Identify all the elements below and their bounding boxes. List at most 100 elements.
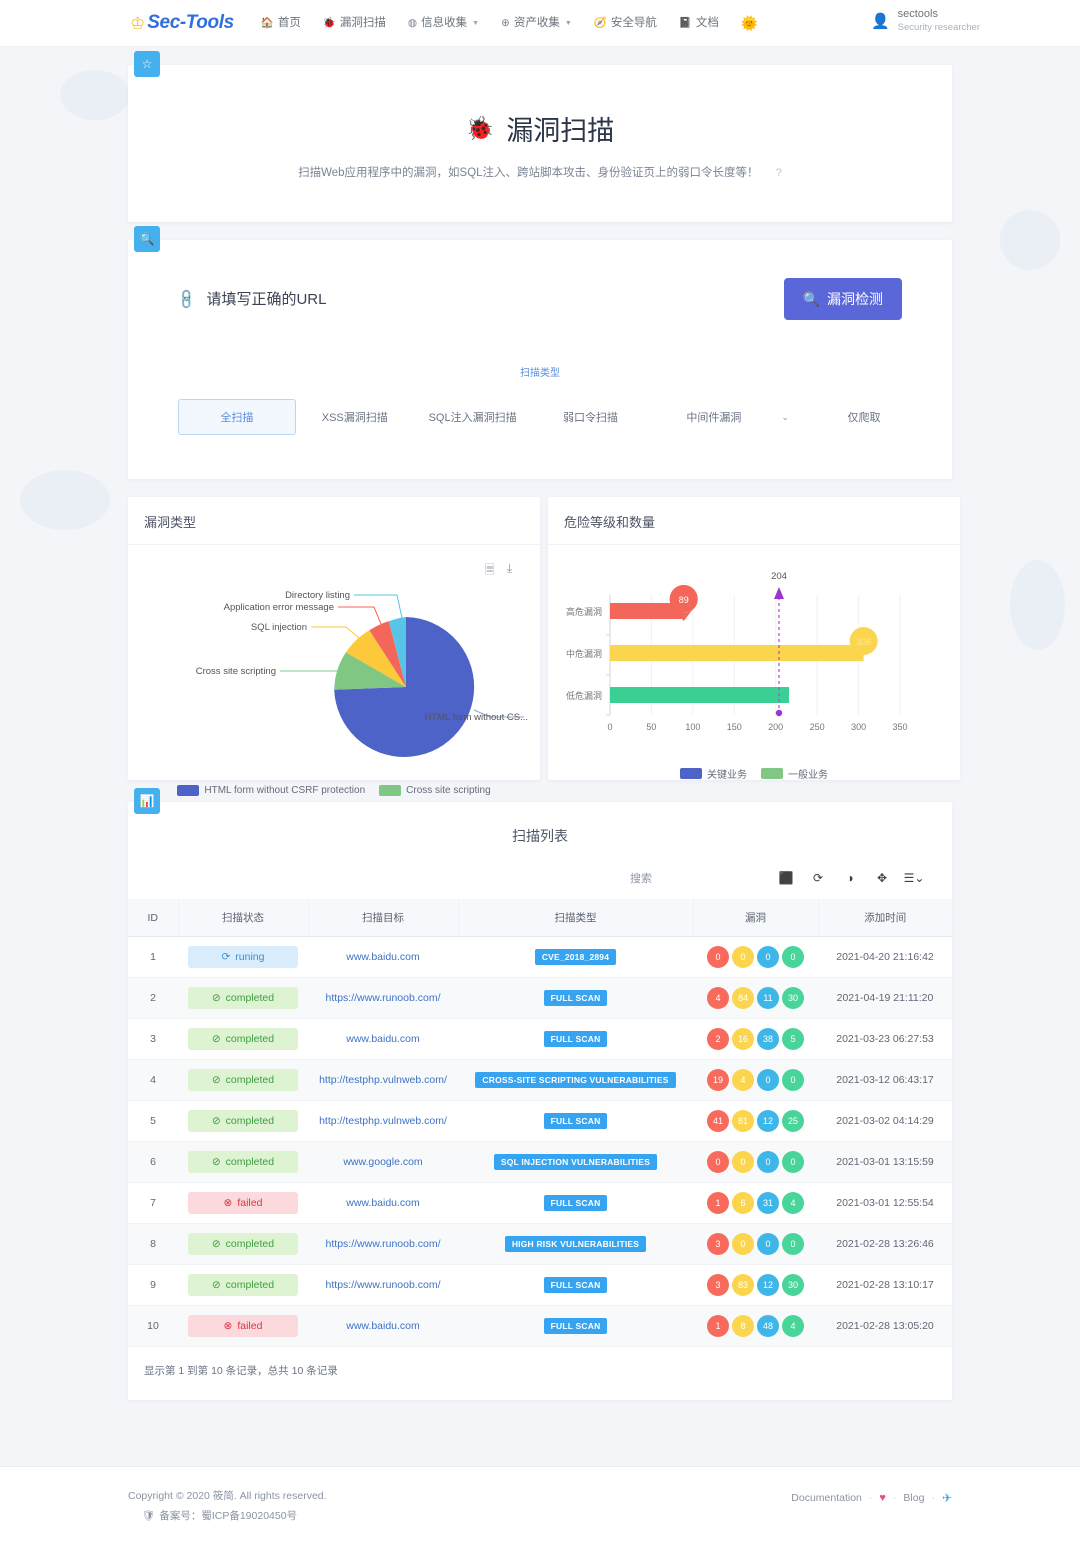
legend-item[interactable]: Cross site scripting [379,785,491,796]
nav-item-docs[interactable]: 📓 文档 [668,0,730,47]
scan-target-link[interactable]: http://testphp.vulnweb.com/ [319,1115,447,1127]
download-icon[interactable]: ⤓ [507,561,512,582]
star-icon[interactable]: ☆ [134,51,160,77]
table-row[interactable]: 4 ⊘ completed http://testphp.vulnweb.com/CR… [128,1059,952,1101]
search-icon[interactable]: 🔍 [134,226,160,252]
footer-icp[interactable]: 🛡 备案号：蜀ICP备19020450号 [128,1507,327,1527]
bar-xtick: 0 [607,722,612,732]
table-row[interactable]: 5 ⊘ completed http://testphp.vulnweb.com/FU… [128,1100,952,1142]
scan-target-link[interactable]: www.google.com [343,1156,422,1168]
scan-type-sqli[interactable]: SQL注入漏洞扫描 [414,399,532,435]
scan-target-link[interactable]: www.baidu.com [346,1197,420,1209]
col-vulns[interactable]: 漏洞 [693,899,819,937]
table-row[interactable]: 9 ⊘ completed https://www.runoob.com/FULL S… [128,1264,952,1306]
col-type[interactable]: 扫描类型 [458,899,694,937]
cell-type: FULL SCAN [458,1018,693,1060]
legend-item[interactable]: 关键业务 [680,766,747,781]
bar-marker-medium: 306 [849,627,878,655]
scan-list-card: 📊 扫描列表 搜索 ⬛ ⟳ ◑ ✥ ☰⌄ ID 扫描状态 扫描目标 扫描类型 漏… [128,788,952,1400]
scan-type-xss[interactable]: XSS漏洞扫描 [296,399,414,435]
nav-item-vuln-scan[interactable]: 🐞 漏洞扫描 [312,0,397,47]
bar-low-risk[interactable] [610,687,789,703]
vuln-count-badge: 25 [782,1110,804,1132]
cell-vulns: 1 6 31 4 [693,1182,818,1224]
nav-item-asset-gathering[interactable]: ⊕ 资产收集 ▼ [490,0,583,47]
cell-time: 2021-02-28 13:10:17 [818,1264,952,1306]
legend-label: 一般业务 [788,770,828,781]
url-input[interactable] [206,290,627,308]
cell-status: ⊗ failed [178,1182,308,1224]
home-icon: 🏠 [260,16,274,29]
chevron-down-icon: ▼ [472,19,480,27]
vuln-count-badge: 2 [707,1028,729,1050]
table-row[interactable]: 2 ⊘ completed https://www.runoob.com/FULL S… [128,977,952,1019]
url-form-row: 🔗 🔍 漏洞检测 [175,278,902,320]
legend-item[interactable]: 一般业务 [761,766,828,781]
vuln-count-badge: 0 [782,1069,804,1091]
nav-item-home[interactable]: 🏠 首页 [250,0,312,47]
table-header: ID 扫描状态 扫描目标 扫描类型 漏洞 添加时间 [128,899,952,937]
bar-medium-risk[interactable] [610,645,864,661]
footer-link-documentation[interactable]: Documentation [791,1492,862,1504]
cell-id: 8 [128,1223,178,1265]
user-profile[interactable]: 👤 sectools Security researcher [871,8,980,34]
table-row[interactable]: 1 ⟳ runing www.baidu.com CVE_2018_2894 0 0 0 0 20… [128,936,952,978]
legend-label: 关键业务 [707,770,747,781]
cell-id: 2 [128,977,178,1019]
legend-item[interactable]: HTML form without CSRF protection [177,785,365,796]
nav-item-security-nav[interactable]: 🧭 安全导航 [583,0,668,47]
table-row[interactable]: 10 ⊗ failed www.baidu.com FULL SCAN 1 8 48 4 2021… [128,1305,952,1347]
footer-separator: · [931,1492,935,1504]
user-avatar-icon: 👤 [870,12,890,30]
document-icon[interactable]: 🗏 [485,561,495,582]
refresh-icon[interactable]: ⟳ [802,866,834,889]
scan-target-link[interactable]: www.baidu.com [346,951,420,963]
scan-target-link[interactable]: https://www.runoob.com/ [326,992,441,1004]
search-input[interactable]: 搜索 [630,870,652,886]
chart-icon[interactable]: 📊 [134,788,160,814]
table-row[interactable]: 8 ⊘ completed https://www.runoob.com/HIGH R… [128,1223,952,1265]
toggle-icon[interactable]: ◑ [834,866,866,889]
fullscreen-icon[interactable]: ✥ [866,866,898,889]
vuln-counts: 41 81 12 25 [697,1110,814,1132]
scan-type-badge: FULL SCAN [543,990,608,1006]
columns-icon[interactable]: ☰⌄ [898,866,930,889]
scan-type-weak-password[interactable]: 弱口令扫描 [532,399,650,435]
status-badge: ⊘ completed [188,1069,298,1091]
brand-logo[interactable]: ♔ Sec-Tools [130,12,234,34]
scan-target-link[interactable]: https://www.runoob.com/ [326,1279,441,1291]
heart-icon[interactable]: ♥ [879,1492,886,1504]
search-icon: 🔍 [802,290,820,307]
col-id[interactable]: ID [128,899,179,937]
footer-link-blog[interactable]: Blog [903,1492,924,1504]
col-target[interactable]: 扫描目标 [308,899,459,937]
vuln-counts: 0000 [697,946,814,968]
scan-list-table: ID 扫描状态 扫描目标 扫描类型 漏洞 添加时间 1 ⟳ runing www.ba… [128,899,952,1347]
theme-toggle-button[interactable]: 🌞 [730,0,769,47]
cell-vulns: 1 8 48 4 [693,1305,818,1347]
user-name: sectools [897,8,938,20]
scan-type-full[interactable]: 全扫描 [178,399,296,435]
telegram-icon[interactable]: ✈ [942,1491,952,1505]
col-time[interactable]: 添加时间 [818,899,952,937]
scan-submit-button[interactable]: 🔍 漏洞检测 [783,278,902,320]
scan-type-crawl-only[interactable]: 仅爬取 [826,409,902,425]
scan-type-select[interactable]: 中间件漏洞 ⌄ [649,409,826,425]
scan-target-link[interactable]: www.baidu.com [346,1033,420,1045]
export-icon[interactable]: ⬛ [770,866,802,889]
table-row[interactable]: 3 ⊘ completed www.baidu.com FULL SCAN 2 16 38 5 2… [128,1018,952,1060]
scan-type-badge: CVE_2018_2894 [534,949,617,965]
scan-target-link[interactable]: http://testphp.vulnweb.com/ [319,1074,447,1086]
vuln-count-badge: 48 [757,1315,779,1337]
col-status[interactable]: 扫描状态 [178,899,309,937]
table-row[interactable]: 6 ⊘ completed www.google.com SQL INJECTION V… [128,1141,952,1183]
cell-time: 2021-03-02 04:14:29 [818,1100,952,1142]
risk-level-chart-card: 危险等级和数量 89 306 204 高危漏洞 中危漏洞 低危漏洞 0 50 1… [548,497,960,781]
cell-type: CVE_2018_2894 [458,936,693,978]
table-row[interactable]: 7 ⊗ failed www.baidu.com FULL SCAN 1 6 31 4 2021-… [128,1182,952,1224]
nav-item-info-gathering[interactable]: ◍ 信息收集 ▼ [397,0,490,47]
scan-target-link[interactable]: www.baidu.com [346,1320,420,1332]
help-icon[interactable]: ? [776,167,782,179]
scan-target-link[interactable]: https://www.runoob.com/ [326,1238,441,1250]
scan-type-badge: FULL SCAN [543,1318,608,1334]
